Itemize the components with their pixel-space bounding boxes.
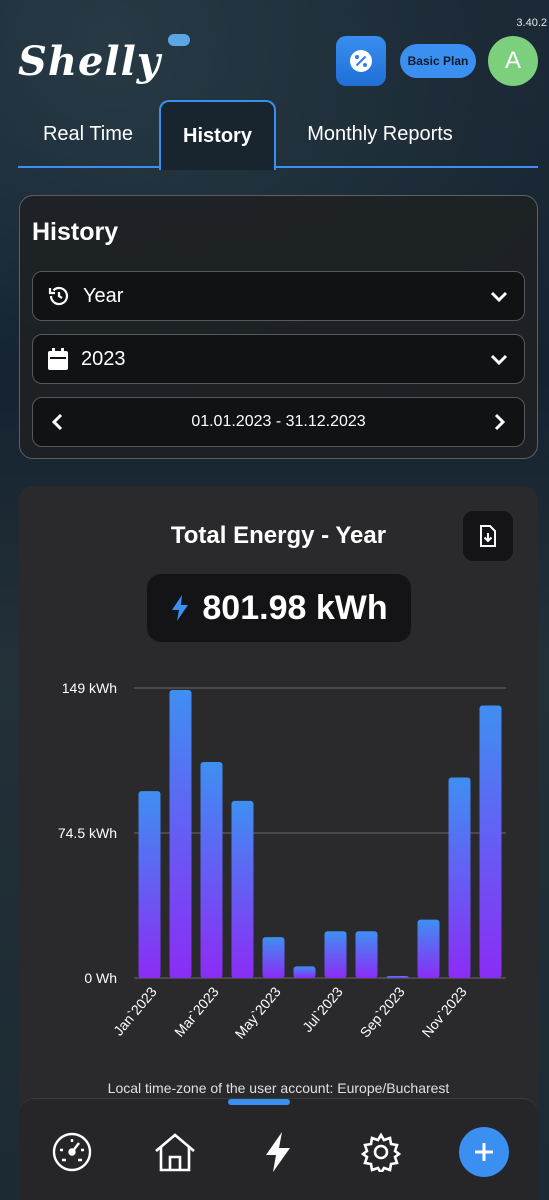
bottom-navigation [19,1098,538,1200]
chevron-down-icon [490,354,508,366]
y-tick-label: 0 Wh [84,970,117,986]
bar-sep-2023[interactable] [386,976,409,978]
bar-may-2023[interactable] [262,937,285,978]
date-range-navigator: 01.01.2023 - 31.12.2023 [32,397,525,447]
settings-gear-icon [361,1132,401,1172]
x-tick-label: Mar`2023 [171,983,222,1039]
tab-history[interactable]: History [159,100,276,170]
bar-mar-2023[interactable] [200,761,223,978]
bar-aug-2023[interactable] [355,931,378,978]
energy-bar-chart: 149 kWh 74.5 kWh 0 Wh Jan`2023 Mar`2023 May`… [58,680,506,1042]
energy-card: Total Energy - Year 801.98 kWh 149 kWh 74… [19,486,538,1200]
promo-button[interactable] [336,36,386,86]
total-energy-value: 801.98 kWh [202,588,388,627]
user-avatar[interactable]: A [488,36,538,86]
chart-title: Total Energy - Year [170,522,387,549]
chevron-right-icon[interactable] [488,411,510,433]
sheet-drag-handle[interactable] [228,1099,290,1105]
download-button[interactable] [463,511,513,561]
bar-jul-2023[interactable] [324,931,347,978]
x-tick-label: May`2023 [232,983,284,1041]
nav-dashboard[interactable] [47,1127,97,1177]
y-tick-label: 149 kWh [62,680,117,696]
add-button[interactable] [459,1127,509,1177]
nav-energy[interactable] [253,1127,303,1177]
tab-monthly-reports[interactable]: Monthly Reports [280,100,480,168]
download-file-icon [480,525,496,547]
year-select-value: 2023 [81,347,126,370]
year-select[interactable]: 2023 [32,334,525,384]
x-tick-label: Nov`2023 [419,983,470,1040]
x-tick-label: Jan`2023 [110,983,160,1038]
app-version: 3.40.2 [516,17,547,29]
total-energy-box: 801.98 kWh [147,574,411,642]
x-tick-label: Jul`2023 [299,983,346,1035]
y-tick-label: 74.5 kWh [58,825,117,841]
nav-home[interactable] [150,1127,200,1177]
history-icon [48,286,69,306]
home-icon [155,1133,195,1172]
date-range-label: 01.01.2023 - 31.12.2023 [191,413,366,430]
basic-plan-button[interactable]: Basic Plan [400,44,476,78]
calendar-icon [48,348,68,370]
bar-oct-2023[interactable] [417,919,440,978]
bar-dec-2023[interactable] [479,705,502,978]
nav-settings[interactable] [356,1127,406,1177]
history-title: History [32,218,119,246]
cloud-logo-icon [168,34,190,46]
tab-real-time[interactable]: Real Time [18,100,158,168]
percent-badge-icon [350,50,372,72]
x-tick-label: Sep`2023 [357,983,408,1040]
bar-jun-2023[interactable] [293,966,316,978]
add-plus-icon [475,1143,493,1161]
bar-nov-2023[interactable] [448,777,471,978]
chevron-left-icon[interactable] [47,411,69,433]
history-card: History Year 2023 01.01.2023 - 31.12.202… [19,195,538,459]
tab-bar: Real Time History Monthly Reports [18,100,538,170]
dashboard-gauge-icon [52,1132,92,1172]
period-select-value: Year [83,284,124,307]
bolt-icon [172,595,189,621]
bar-jan-2023[interactable] [138,791,161,978]
bar-feb-2023[interactable] [169,689,192,978]
chevron-down-icon [490,291,508,303]
period-select[interactable]: Year [32,271,525,321]
shelly-logo: Shelly [18,38,162,85]
energy-bolt-icon [266,1132,290,1172]
timezone-note: Local time-zone of the user account: Eur… [107,1080,450,1096]
bar-apr-2023[interactable] [231,800,254,978]
